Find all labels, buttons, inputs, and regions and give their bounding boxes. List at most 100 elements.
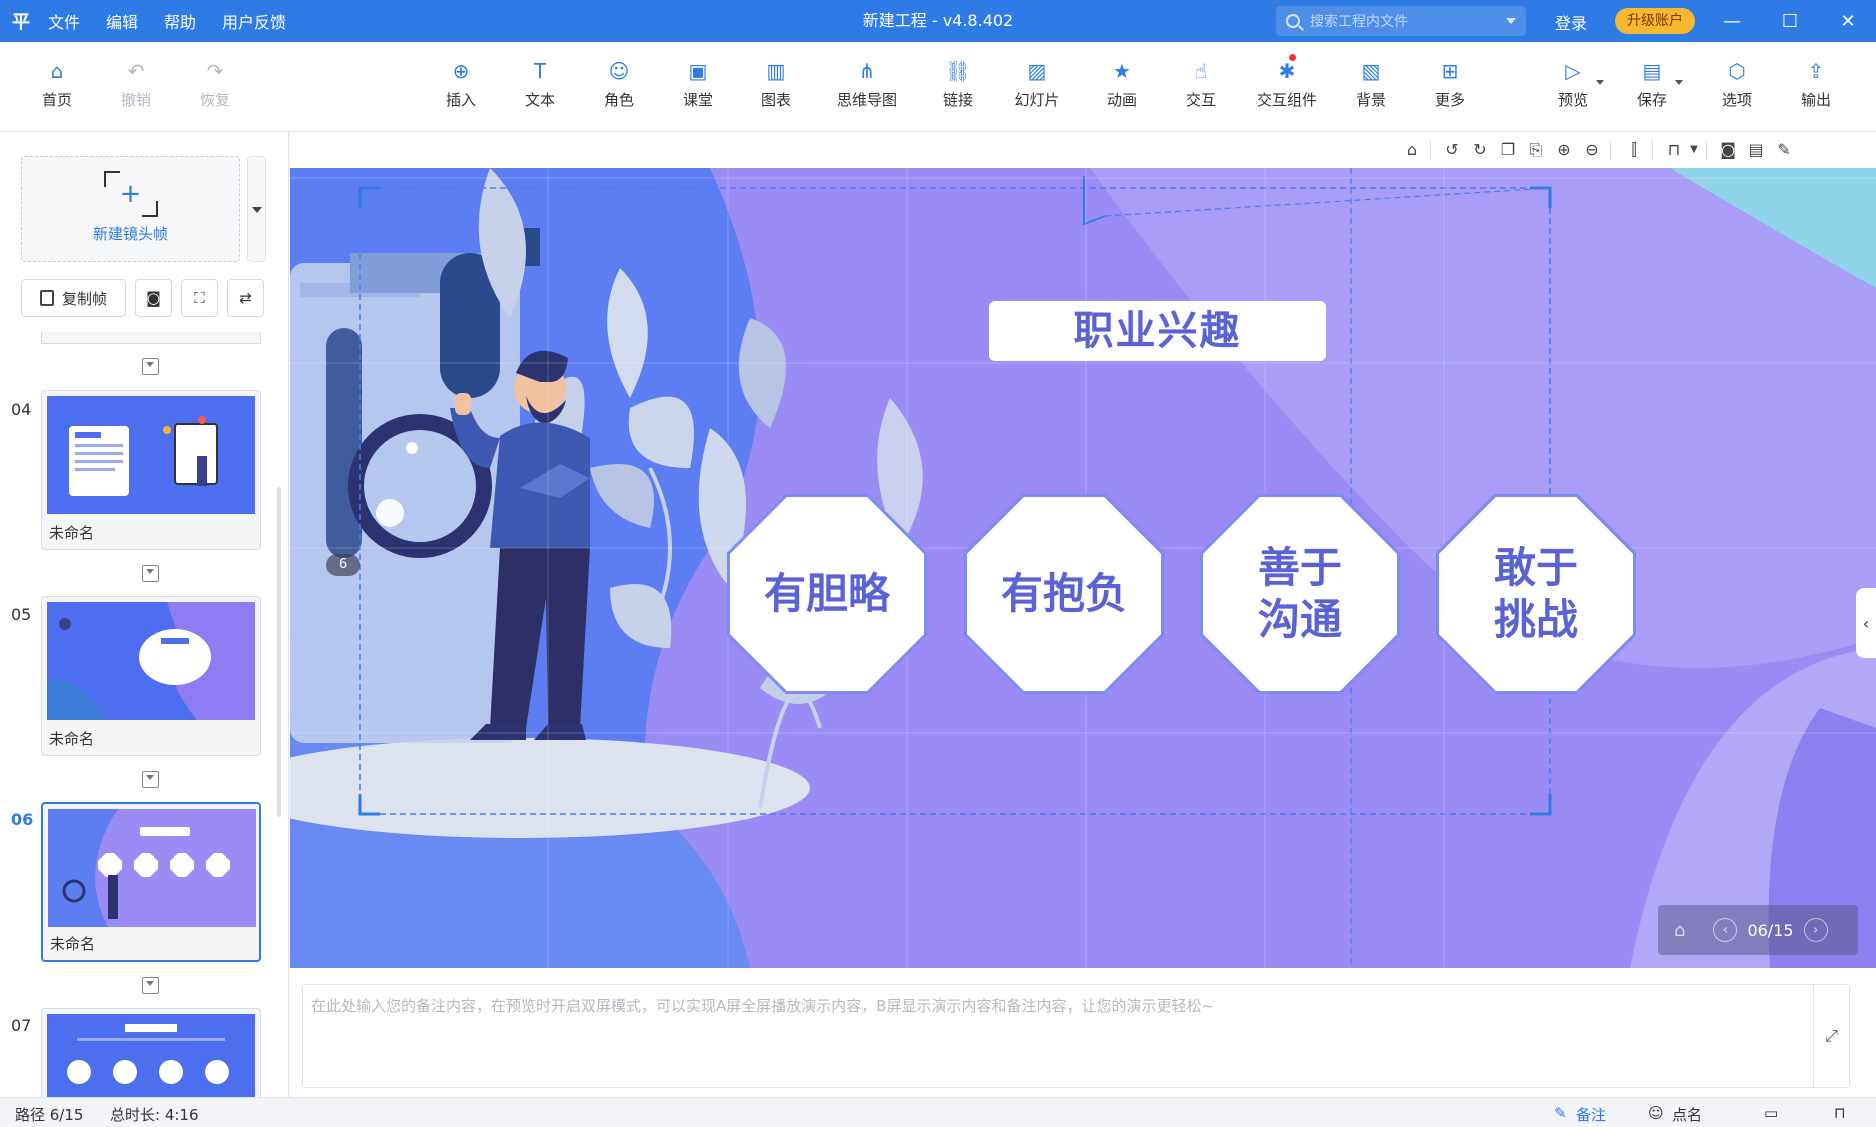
save-button[interactable]: ▤ 保存 bbox=[1617, 60, 1687, 110]
slide-canvas[interactable]: 职业兴趣 有胆略 有抱负 善于沟通 敢于挑战 6 ⌂ ‹ 06/15 › ‹ bbox=[290, 168, 1876, 968]
insert-icon: ⊕ bbox=[452, 59, 470, 83]
page-indicator: 06/15 bbox=[1747, 920, 1794, 940]
next-slide-button[interactable]: › bbox=[1803, 918, 1828, 942]
rotate-left-icon[interactable]: ↺ bbox=[1442, 140, 1462, 160]
chart-icon: ▥ bbox=[766, 59, 786, 83]
trait-octagon[interactable]: 有胆略 bbox=[727, 494, 927, 694]
copy-frame-button[interactable]: 复制帧 bbox=[21, 279, 126, 317]
background-icon: ▧ bbox=[1361, 59, 1381, 83]
background-button[interactable]: ▧ 背景 bbox=[1336, 60, 1406, 110]
divider bbox=[1610, 140, 1611, 160]
interactive-component-button[interactable]: ✱ 交互组件 bbox=[1247, 54, 1327, 110]
trait-octagon[interactable]: 敢于挑战 bbox=[1436, 494, 1636, 694]
transition-icon[interactable] bbox=[142, 771, 159, 788]
home-button[interactable]: ⌂ 首页 bbox=[22, 60, 92, 110]
trait-octagon[interactable]: 善于沟通 bbox=[1200, 494, 1400, 694]
frame-card[interactable] bbox=[41, 1008, 261, 1097]
lock-icon[interactable]: ⊓ bbox=[1664, 140, 1684, 160]
frame-name: 未命名 bbox=[50, 935, 96, 953]
expand-notes-icon[interactable]: ⤢ bbox=[1813, 985, 1849, 1087]
maximize-button[interactable]: ☐ bbox=[1762, 0, 1818, 42]
add-frame-icon: + bbox=[103, 171, 158, 217]
new-frame-button[interactable]: + 新建镜头帧 bbox=[21, 156, 240, 262]
redo-button[interactable]: ↷ 恢复 bbox=[180, 60, 250, 110]
options-button[interactable]: ⬡ 选项 bbox=[1702, 60, 1772, 110]
layers-icon[interactable]: ▤ bbox=[1746, 140, 1766, 160]
menu-edit[interactable]: 编辑 bbox=[106, 9, 138, 33]
animation-button[interactable]: ★ 动画 bbox=[1087, 60, 1157, 110]
animation-icon: ★ bbox=[1113, 59, 1131, 83]
home-icon: ⌂ bbox=[50, 59, 64, 83]
chevron-down-icon[interactable] bbox=[1596, 80, 1604, 85]
screenshot-button[interactable]: ◙ bbox=[135, 279, 172, 317]
trait-octagon[interactable]: 有抱负 bbox=[964, 494, 1164, 694]
frame-card-selected[interactable]: 未命名 bbox=[41, 802, 261, 962]
menu-feedback[interactable]: 用户反馈 bbox=[222, 9, 286, 33]
preview-icon: ▷ bbox=[1565, 59, 1581, 83]
export-button[interactable]: ⇪ 输出 bbox=[1781, 60, 1851, 110]
insert-button[interactable]: ⊕ 插入 bbox=[426, 60, 496, 110]
chevron-down-icon[interactable]: ▼ bbox=[1684, 140, 1704, 160]
edit-icon[interactable]: ✎ bbox=[1774, 140, 1794, 160]
camera-icon[interactable]: ◙ bbox=[1718, 140, 1738, 160]
link-button[interactable]: ⛓ 链接 bbox=[923, 60, 993, 110]
frame-number: 05 bbox=[11, 605, 32, 624]
search-input[interactable]: 搜索工程内文件 bbox=[1276, 6, 1526, 36]
menu-file[interactable]: 文件 bbox=[48, 9, 80, 33]
frame-number-badge: 6 bbox=[326, 554, 360, 576]
new-frame-dropdown[interactable] bbox=[247, 156, 266, 262]
align-icon[interactable]: ⫿ bbox=[1624, 140, 1644, 160]
close-button[interactable]: ✕ bbox=[1820, 0, 1876, 42]
status-bar: 路径 6/15 总时长: 4:16 ✎ 备注 ☺ 点名 ▭ ⊓ bbox=[0, 1097, 1876, 1127]
more-button[interactable]: ⊞ 更多 bbox=[1415, 60, 1485, 110]
slides-button[interactable]: ▨ 幻灯片 bbox=[1002, 60, 1072, 110]
upgrade-button[interactable]: 升级账户 bbox=[1615, 8, 1695, 34]
rollcall-icon[interactable]: ☺ bbox=[1648, 1104, 1664, 1122]
transition-icon[interactable] bbox=[142, 358, 159, 375]
character-button[interactable]: ☺ 角色 bbox=[584, 60, 654, 110]
notes-toggle-button[interactable]: 备注 bbox=[1576, 1104, 1606, 1125]
undo-button[interactable]: ↶ 撤销 bbox=[101, 60, 171, 110]
login-link[interactable]: 登录 bbox=[1555, 10, 1587, 34]
classroom-icon: ▣ bbox=[688, 59, 708, 83]
rotate-right-icon[interactable]: ↻ bbox=[1470, 140, 1490, 160]
slide-title[interactable]: 职业兴趣 bbox=[989, 301, 1326, 361]
copy-icon[interactable]: ❐ bbox=[1498, 140, 1518, 160]
fit-frame-button[interactable]: ⛶ bbox=[181, 279, 218, 317]
zoom-out-icon[interactable]: ⊖ bbox=[1582, 140, 1602, 160]
prev-slide-button[interactable]: ‹ bbox=[1713, 918, 1738, 942]
trait-label: 善于沟通 bbox=[1257, 543, 1342, 644]
expand-right-panel-button[interactable]: ‹ bbox=[1856, 588, 1876, 658]
swap-frame-button[interactable]: ⇄ bbox=[227, 279, 264, 317]
classroom-button[interactable]: ▣ 课堂 bbox=[663, 60, 733, 110]
mindmap-button[interactable]: ⋔ 思维导图 bbox=[827, 60, 907, 110]
transition-icon[interactable] bbox=[142, 977, 159, 994]
chevron-down-icon[interactable] bbox=[1675, 80, 1683, 85]
interaction-icon: ☝ bbox=[1194, 59, 1208, 83]
text-button[interactable]: T 文本 bbox=[505, 60, 575, 110]
frame-card-partial[interactable] bbox=[41, 332, 261, 344]
chevron-down-icon[interactable] bbox=[1506, 18, 1516, 24]
home-icon[interactable]: ⌂ bbox=[1674, 920, 1685, 941]
zoom-in-icon[interactable]: ⊕ bbox=[1554, 140, 1574, 160]
camera-icon: ◙ bbox=[146, 289, 161, 307]
frame-card[interactable]: 未命名 bbox=[41, 596, 261, 756]
menu-help[interactable]: 帮助 bbox=[164, 9, 196, 33]
lock-icon[interactable]: ⊓ bbox=[1834, 1104, 1846, 1122]
main-toolbar: ⌂ 首页 ↶ 撤销 ↷ 恢复 ⊕ 插入 T 文本 ☺ 角色 ▣ 课堂 ▥ 图表 … bbox=[0, 42, 1876, 132]
frame-list-scrollbar[interactable] bbox=[277, 487, 281, 817]
interaction-button[interactable]: ☝ 交互 bbox=[1166, 60, 1236, 110]
screen-icon[interactable]: ▭ bbox=[1764, 1104, 1778, 1122]
paste-icon[interactable]: ⎘ bbox=[1526, 140, 1546, 160]
swap-icon: ⇄ bbox=[239, 289, 252, 307]
home-view-icon[interactable]: ⌂ bbox=[1402, 140, 1422, 160]
frame-thumbnail bbox=[47, 396, 255, 514]
rollcall-button[interactable]: 点名 bbox=[1672, 1104, 1702, 1125]
notes-input[interactable]: 在此处输入您的备注内容，在预览时开启双屏模式，可以实现A屏全屏播放演示内容，B屏… bbox=[302, 984, 1850, 1088]
transition-icon[interactable] bbox=[142, 565, 159, 582]
notes-toggle-icon[interactable]: ✎ bbox=[1554, 1104, 1567, 1122]
preview-button[interactable]: ▷ 预览 bbox=[1538, 60, 1608, 110]
chart-button[interactable]: ▥ 图表 bbox=[741, 60, 811, 110]
minimize-button[interactable]: — bbox=[1704, 0, 1760, 42]
frame-card[interactable]: 未命名 bbox=[41, 390, 261, 550]
